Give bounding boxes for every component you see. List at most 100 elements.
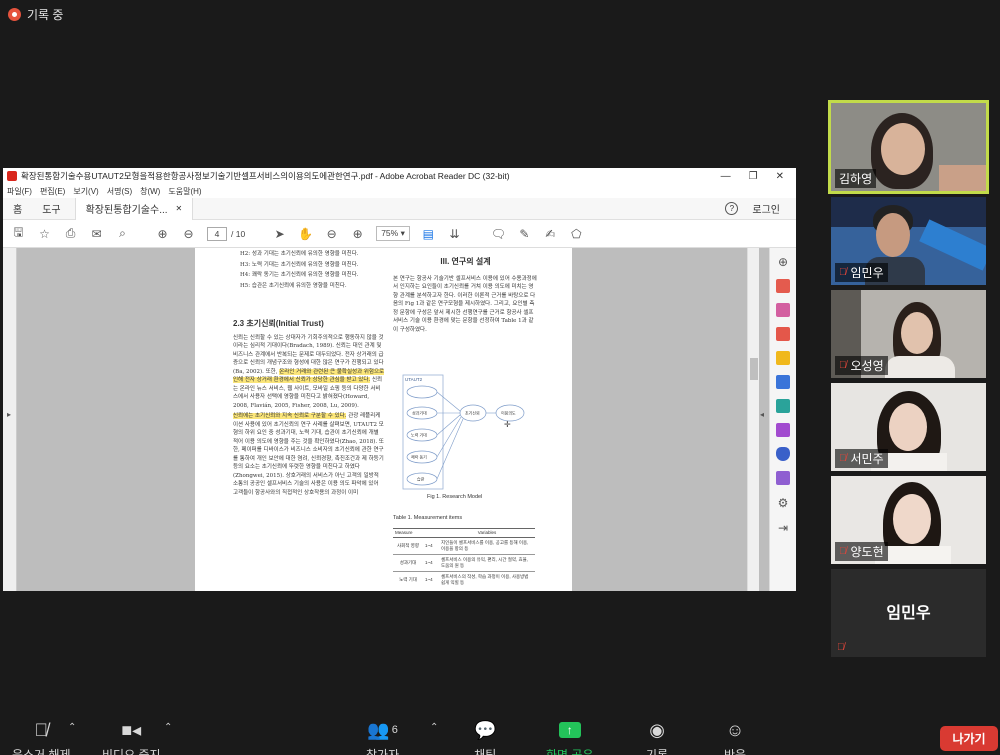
email-icon[interactable]: ✉	[89, 226, 104, 241]
tab-close-icon[interactable]: ✕	[176, 204, 183, 213]
mic-muted-icon: 🎙̸	[839, 546, 847, 557]
unmute-button[interactable]: 🎙̸ 음소거 해제	[12, 718, 71, 755]
hypothesis-h4: H4: 쾌락 동기는 초기신뢰에 유의한 영향을 미친다.	[240, 272, 359, 278]
login-link[interactable]: 로그인	[752, 201, 780, 216]
record-label: 기록	[646, 748, 669, 755]
left-column: H2: 성과 기대는 초기신뢰에 유의한 영향을 미친다. H3: 노력 기대는…	[240, 250, 380, 292]
participant-face	[901, 312, 933, 354]
close-icon[interactable]: ✕	[776, 171, 784, 182]
save-icon[interactable]: 🖫	[11, 225, 26, 241]
zoom-tool-icon[interactable]: ⊕	[776, 254, 791, 269]
participant-name-tag: 🎙̸ 임민우	[835, 263, 888, 282]
comment-tool-icon[interactable]	[776, 351, 790, 365]
participant-background	[919, 219, 986, 271]
page-navigator: 4 / 10	[207, 226, 245, 241]
more-tools-icon[interactable]: ⚙	[776, 495, 791, 510]
leave-button[interactable]: 나가기	[940, 726, 998, 751]
comment-icon[interactable]: 🗨	[491, 226, 506, 241]
share-screen-label: 화면 공유	[546, 748, 594, 755]
menu-help[interactable]: 도움말(H)	[168, 186, 201, 197]
bookmark-star-icon[interactable]: ☆	[37, 226, 52, 241]
expand-tools-icon[interactable]: ⇥	[776, 520, 791, 535]
combine-files-icon[interactable]	[776, 303, 790, 317]
page-down-icon[interactable]: ⊖	[181, 226, 196, 241]
zoom-out-icon[interactable]: ⊖	[324, 226, 339, 241]
window-title: 확장된통합기술수용UTAUT2모형을적용한항공사정보기술기반셀프서비스의이용의도…	[21, 171, 510, 181]
emoji-icon: ☺	[725, 719, 745, 740]
participant-name-tag: 🎙̸ 서민주	[835, 449, 888, 468]
tab-tools[interactable]: 도구	[32, 201, 70, 216]
participants-button[interactable]: 👥 6 참가자	[366, 718, 399, 755]
participant-tile[interactable]: 🎙̸ 양도현	[831, 476, 986, 564]
reactions-button[interactable]: ☺ 반응	[724, 718, 746, 755]
table-cell: 1~4	[425, 560, 433, 565]
organize-pages-icon[interactable]	[776, 375, 790, 389]
hand-icon[interactable]: ✋	[298, 226, 313, 241]
restore-icon[interactable]: ❐	[749, 171, 758, 182]
chat-button[interactable]: 💬 채팅	[474, 718, 496, 755]
fill-sign-tool-icon[interactable]	[776, 423, 790, 437]
participant-name: 임민우	[850, 266, 884, 280]
record-button[interactable]: ◉ 기록	[646, 718, 668, 755]
sign-icon[interactable]: ✍	[543, 226, 558, 241]
hypothesis-h2: H2: 성과 기대는 초기신뢰에 유의한 영향을 미친다.	[240, 251, 359, 257]
fit-page-icon[interactable]: ▤	[421, 226, 436, 241]
chat-icon: 💬	[474, 719, 497, 740]
fill-sign-icon[interactable]: ⬠	[569, 226, 584, 241]
page-number-input[interactable]: 4	[207, 226, 227, 241]
edit-pdf-icon[interactable]	[776, 471, 790, 485]
participant-count: 6	[391, 724, 398, 736]
scroll-mode-icon[interactable]: ⇊	[447, 226, 462, 241]
protect-icon[interactable]	[776, 447, 790, 461]
mic-muted-icon: 🎙̸	[34, 719, 49, 740]
pdf-icon	[7, 171, 17, 181]
menu-edit[interactable]: 편집(E)	[40, 186, 65, 197]
scroll-thumb[interactable]	[750, 358, 758, 380]
share-screen-button[interactable]: ↑ 화면 공유	[546, 718, 594, 755]
video-options-caret-icon[interactable]: ⌃	[164, 722, 172, 733]
search-icon[interactable]: ⌕	[115, 226, 130, 241]
zoom-in-icon[interactable]: ⊕	[350, 226, 365, 241]
audio-options-caret-icon[interactable]: ⌃	[68, 722, 76, 733]
tab-document[interactable]: 확장된통합기술수... ✕	[74, 197, 194, 220]
create-pdf-icon[interactable]	[776, 279, 790, 293]
select-cursor-icon[interactable]: ➤	[272, 226, 287, 241]
para-trust-intro: 신뢰는 신뢰할 수 있는 상대자가 기회주의적으로 행동하지 않을 것이라는 심…	[233, 334, 385, 411]
participant-tile-video-off[interactable]: 임민우 🎙̸	[831, 569, 986, 657]
model-node-label: 초기신뢰	[465, 410, 480, 416]
model-node-label: 쾌락 동기	[411, 454, 427, 460]
stop-video-button[interactable]: ■◂ 비디오 중지	[102, 718, 161, 755]
minimize-icon[interactable]: —	[721, 171, 731, 182]
enhance-scan-icon[interactable]	[776, 399, 790, 413]
tab-home[interactable]: 홈	[3, 201, 32, 216]
table-cell: 1~4	[425, 577, 433, 582]
vertical-scrollbar[interactable]	[747, 248, 759, 591]
fig-caption: Fig 1. Research Model	[427, 494, 483, 500]
collapse-right-icon[interactable]: ◂	[760, 410, 764, 419]
table-row: 사회적 영향 1~4 지인들이 셀프서비스를 이용, 공고를 등해 이용, 이용…	[393, 538, 535, 555]
right-tools-pane: ⊕ ⚙ ⇥	[769, 248, 796, 591]
table-cell: 노력 기대	[399, 577, 417, 582]
document-area: ▸ H2: 성과 기대는 초기신뢰에 유의한 영향을 미친다. H3: 노력 기…	[3, 248, 796, 591]
menu-view[interactable]: 보기(V)	[73, 186, 98, 197]
menu-window[interactable]: 창(W)	[140, 186, 160, 197]
menu-sign[interactable]: 서명(S)	[107, 186, 132, 197]
acrobat-tab-bar: 홈 도구 확장된통합기술수... ✕ ? 로그인	[3, 197, 796, 220]
help-icon[interactable]: ?	[725, 202, 739, 215]
para-trust-research: 신뢰에는 초기신뢰와 지속 신뢰로 구분할 수 있다. 관광 레플리케이션 사용…	[233, 412, 385, 497]
zoom-select[interactable]: 75% ▾	[376, 226, 410, 241]
left-panel-toggle[interactable]: ▸	[3, 248, 17, 591]
right-column: III. 연구의 설계 본 연구는 항공사 기술기반 셀프서비스 이용에 있어 …	[393, 257, 538, 336]
participant-tile[interactable]: 🎙̸ 임민우	[831, 197, 986, 285]
page-up-icon[interactable]: ⊕	[155, 226, 170, 241]
participant-tile[interactable]: 🎙̸ 오성영	[831, 290, 986, 378]
participant-tile[interactable]: 김하영	[828, 100, 989, 194]
model-node	[406, 385, 438, 399]
print-icon[interactable]: ⎙	[63, 226, 78, 241]
participant-tile[interactable]: 🎙̸ 서민주	[831, 383, 986, 471]
export-pdf-icon[interactable]	[776, 327, 790, 341]
expand-left-icon[interactable]: ▸	[7, 410, 11, 419]
participants-caret-icon[interactable]: ⌃	[430, 722, 438, 733]
highlight-pen-icon[interactable]: ✎	[517, 226, 532, 241]
menu-file[interactable]: 파일(F)	[7, 186, 32, 197]
